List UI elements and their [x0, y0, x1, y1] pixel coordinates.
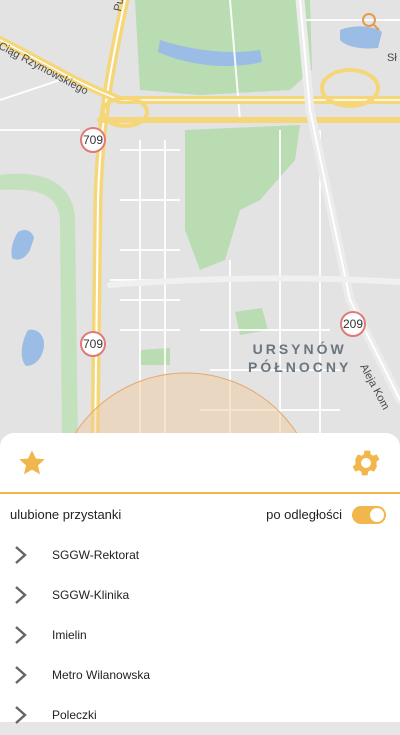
stops-panel: ulubione przystanki po odległości SGGW-R…: [0, 433, 400, 724]
favorites-filter-label: ulubione przystanki: [10, 507, 122, 522]
stop-name: SGGW-Rektorat: [52, 548, 140, 562]
settings-button[interactable]: [348, 445, 384, 481]
chevron-right-icon: [15, 626, 27, 644]
stop-name: SGGW-Klinika: [52, 588, 130, 602]
gear-icon: [352, 450, 380, 476]
favorites-button[interactable]: [14, 445, 50, 481]
filter-row: ulubione przystanki po odległości: [0, 503, 400, 527]
stop-name: Poleczki: [52, 708, 97, 722]
panel-toolbar: [0, 433, 400, 494]
chevron-right-icon: [15, 546, 27, 564]
chevron-right-icon: [15, 706, 27, 724]
sort-by-distance-toggle[interactable]: [352, 506, 386, 524]
district-label-line1: URSYNÓW: [252, 341, 347, 357]
stop-name: Imielin: [52, 628, 87, 642]
star-icon: [19, 450, 45, 475]
chevron-right-icon: [15, 586, 27, 604]
map-view[interactable]: Puławska Ciąg Rzymowskiego Sł Aleja Kom …: [0, 0, 400, 445]
street-label-east: Sł: [387, 52, 397, 64]
stop-item[interactable]: SGGW-Rektorat: [0, 535, 400, 575]
stop-item[interactable]: Poleczki: [0, 695, 400, 735]
road-badge-209: 209: [340, 311, 366, 337]
road-badge-709-bottom: 709: [80, 331, 106, 357]
sort-by-distance-label: po odległości: [266, 507, 342, 522]
stop-name: Metro Wilanowska: [52, 668, 151, 682]
road-badge-709-top: 709: [80, 127, 106, 153]
district-label: URSYNÓW PÓŁNOCNY: [248, 340, 351, 376]
stop-item[interactable]: SGGW-Klinika: [0, 575, 400, 615]
toggle-knob: [370, 508, 384, 522]
stop-item[interactable]: Imielin: [0, 615, 400, 655]
stop-item[interactable]: Metro Wilanowska: [0, 655, 400, 695]
chevron-right-icon: [15, 666, 27, 684]
district-label-line2: PÓŁNOCNY: [248, 359, 352, 375]
